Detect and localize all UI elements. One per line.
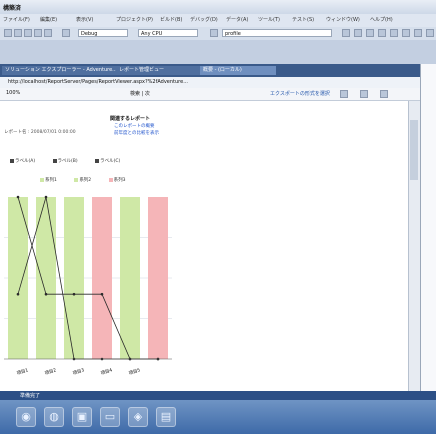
x-label-5: 項目5 [128,368,142,377]
bar-3 [64,197,84,359]
legend-bottom-1: 系列1 [45,178,57,183]
menu-project[interactable]: プロジェクト(P) [116,16,153,23]
status-bar: 準備完了 [0,391,436,400]
undo-icon[interactable] [34,29,42,37]
tab-overview[interactable]: 概要 - (ローカル) [200,66,276,75]
config-select[interactable]: Debug [78,29,128,37]
taskbar-window[interactable]: ▤ [156,407,176,427]
start-debug-icon[interactable] [62,29,70,37]
menu-data[interactable]: データ(A) [226,16,248,23]
tool-icon-8[interactable] [426,29,434,37]
related-link-1[interactable]: このレポートの概要 [114,123,155,129]
secondary-toolbar [0,40,436,64]
windows-logo-icon: ◉ [21,410,31,423]
status-text: 準備完了 [20,393,41,399]
tool-icon-3[interactable] [366,29,374,37]
tab-solution-explorer[interactable]: ソリューション エクスプローラー - Adventure... [2,66,118,75]
taskbar-app[interactable]: ▣ [72,407,92,427]
legend-bottom-swatch-3 [108,177,113,182]
legend-bottom-2: 系列2 [79,178,92,183]
target-select[interactable]: profile [222,29,332,37]
taskbar-ie[interactable]: ◍ [44,407,64,427]
legend-top: ラベル(A) ラベル(B) ラベル(C) [10,158,120,164]
print-icon[interactable] [360,90,368,98]
start-button[interactable]: ◉ [16,407,36,427]
tool-icon-6[interactable] [402,29,410,37]
app-icon: ▣ [76,410,88,423]
x-label-4: 項目4 [100,368,114,377]
refresh-icon[interactable] [340,90,348,98]
bar-6 [148,197,168,359]
x-label-3: 項目3 [72,368,86,377]
tool-icon-4[interactable] [378,29,386,37]
legend-top-swatch-b [52,158,57,163]
folder-icon: ▭ [104,410,116,423]
point-2-1 [16,292,20,296]
legend-bottom-swatch-2 [74,177,79,182]
legend-top-swatch-c [95,158,100,163]
legend-bottom: 系列1 系列2 系列3 [40,177,126,183]
taskbar-vs[interactable]: ◈ [128,407,148,427]
tab-report-manager[interactable]: レポート管理ビュー [116,66,202,75]
platform-select[interactable]: Any CPU [138,29,198,37]
point-2-2 [44,195,48,199]
document-tabs: ソリューション エクスプローラー - Adventure... レポート管理ビュ… [0,64,420,77]
menu-test[interactable]: テスト(S) [292,16,314,23]
tool-icon-2[interactable] [354,29,362,37]
related-reports-title: 関連するレポート [110,116,151,122]
menu-help[interactable]: ヘルプ(H) [370,16,393,23]
address-url[interactable]: http://localhost/ReportServer/Pages/Repo… [8,79,188,85]
menu-window[interactable]: ウィンドウ(W) [326,16,360,23]
globe-icon: ◍ [49,410,59,423]
tool-icon-5[interactable] [390,29,398,37]
app-title: 構築済 [3,5,22,12]
point-1-2 [44,292,48,296]
find-icon[interactable] [210,29,218,37]
taskbar: ◉ ◍ ▣ ▭ ◈ ▤ [0,400,436,434]
x-label-2: 項目2 [44,368,58,377]
menu-tools[interactable]: ツール(T) [258,16,280,23]
legend-top-a: ラベル(A) [15,159,36,164]
report-header-left: レポート名 : 2008/07/01 0:00:00 [4,130,76,135]
menu-file[interactable]: ファイル(F) [3,16,30,23]
zoom-select[interactable]: 100% [6,90,20,96]
visual-studio-icon: ◈ [133,410,143,423]
scrollbar-thumb[interactable] [410,120,418,180]
related-link-2[interactable]: 前年度との比較を表示 [114,130,159,136]
legend-top-c: ラベル(C) [100,159,121,164]
menu-build[interactable]: ビルド(B) [160,16,182,23]
bar-4 [92,197,112,359]
tool-icon-7[interactable] [414,29,422,37]
point-1-3 [72,292,76,296]
export-select[interactable]: エクスポートの形式を選択 [270,90,330,97]
x-label-1: 項目1 [16,368,30,377]
redo-icon[interactable] [44,29,52,37]
point-1-4 [100,292,104,296]
legend-bottom-3: 系列3 [113,178,126,183]
back-icon[interactable] [4,29,12,37]
forward-icon[interactable] [14,29,22,37]
menu-edit[interactable]: 編集(E) [40,16,57,23]
tool-icon-1[interactable] [342,29,350,37]
legend-top-swatch-a [10,158,14,163]
report-chart [4,195,172,361]
taskbar-folder[interactable]: ▭ [100,407,120,427]
menu-view[interactable]: 表示(V) [76,16,93,23]
window-icon: ▤ [160,410,172,423]
bar-5 [120,197,140,359]
point-1-1 [16,195,20,199]
layout-icon[interactable] [380,90,388,98]
legend-top-b: ラベル(B) [57,159,78,164]
menu-debug[interactable]: デバッグ(D) [190,16,218,23]
find-label[interactable]: 検索 | 次 [130,90,150,97]
menu-bar: ファイル(F) 編集(E) 表示(V) プロジェクト(P) ビルド(B) デバッ… [0,14,436,27]
legend-bottom-swatch-1 [40,177,44,182]
window-titlebar: 構築済 [0,0,436,14]
report-toolbar: 100% 検索 | 次 エクスポートの形式を選択 [0,88,420,101]
toolbar: Debug Any CPU profile [0,27,436,40]
right-side-panel [420,64,436,391]
report-content: レポート名 : 2008/07/01 0:00:00 関連するレポート このレポ… [0,101,408,391]
save-icon[interactable] [24,29,32,37]
